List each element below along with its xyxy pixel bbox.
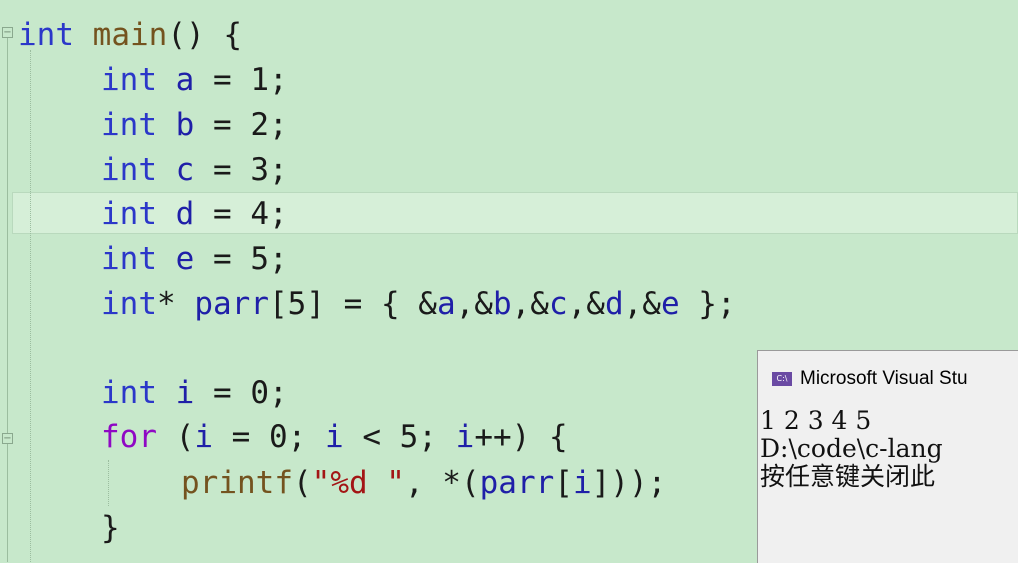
code-text: ])); bbox=[591, 465, 667, 501]
code-text: ,& bbox=[455, 286, 493, 322]
code-text: [ bbox=[554, 465, 573, 501]
code-text: printf bbox=[181, 465, 293, 501]
code-line-for[interactable]: for (i = 0; i < 5; i++) { bbox=[101, 414, 568, 460]
fold-guide-line bbox=[7, 36, 8, 562]
code-text: , *( bbox=[404, 465, 480, 501]
console-title: Microsoft Visual Stu bbox=[800, 368, 968, 389]
code-text: ,& bbox=[567, 286, 605, 322]
code-text: parr bbox=[479, 465, 555, 501]
code-line-e[interactable]: int e = 5; bbox=[101, 236, 288, 282]
console-window[interactable]: C:\ Microsoft Visual Stu 1 2 3 4 5 D:\co… bbox=[757, 350, 1018, 563]
code-text: e bbox=[660, 286, 680, 322]
keyword: int bbox=[101, 241, 157, 277]
code-line-d[interactable]: int d = 4; bbox=[101, 191, 288, 237]
keyword: int bbox=[101, 62, 157, 98]
code-text: d bbox=[604, 286, 624, 322]
code-text: () { bbox=[167, 17, 242, 53]
code-text: a bbox=[157, 62, 195, 98]
code-text: ,& bbox=[623, 286, 661, 322]
code-text: b bbox=[492, 286, 512, 322]
code-text: c bbox=[157, 152, 195, 188]
keyword: int bbox=[101, 375, 157, 411]
code-text: ( bbox=[292, 465, 312, 501]
indent-guide bbox=[30, 50, 31, 562]
code-text: i bbox=[157, 375, 195, 411]
code-text: i bbox=[455, 419, 475, 455]
keyword: int bbox=[101, 196, 157, 232]
code-text: i bbox=[324, 419, 344, 455]
code-line-printf[interactable]: printf("%d ", *(parr[i])); bbox=[181, 460, 666, 506]
keyword: int bbox=[101, 286, 157, 322]
code-text: e bbox=[157, 241, 195, 277]
code-text: ( bbox=[157, 419, 195, 455]
code-line-a[interactable]: int a = 1; bbox=[101, 57, 288, 103]
console-output-area[interactable]: 1 2 3 4 5 D:\code\c-lang 按任意键关闭此 bbox=[758, 407, 1018, 491]
code-text: = 3; bbox=[194, 152, 288, 188]
code-text: ++) { bbox=[474, 419, 568, 455]
keyword: int bbox=[18, 17, 74, 53]
code-text: [5] = { & bbox=[268, 286, 437, 322]
code-text: = 0; bbox=[213, 419, 325, 455]
console-app-icon: C:\ bbox=[772, 372, 792, 386]
code-line-c[interactable]: int c = 3; bbox=[101, 147, 288, 193]
code-text: a bbox=[436, 286, 456, 322]
code-text: = 4; bbox=[194, 196, 288, 232]
code-text: * bbox=[157, 286, 195, 322]
collapse-for-icon[interactable]: − bbox=[2, 433, 13, 444]
console-output-line: 1 2 3 4 5 bbox=[760, 406, 872, 435]
code-text: c bbox=[548, 286, 568, 322]
code-text: = 1; bbox=[194, 62, 288, 98]
code-line-main[interactable]: int main() { bbox=[18, 12, 242, 58]
console-titlebar[interactable]: C:\ Microsoft Visual Stu bbox=[758, 351, 1018, 407]
code-text: = 2; bbox=[194, 107, 288, 143]
keyword: int bbox=[101, 107, 157, 143]
console-output-line: D:\code\c-lang bbox=[760, 434, 943, 463]
code-text: i bbox=[194, 419, 213, 455]
code-line-b[interactable]: int b = 2; bbox=[101, 102, 288, 148]
code-text: ,& bbox=[511, 286, 549, 322]
code-text: parr bbox=[194, 286, 269, 322]
code-line-i[interactable]: int i = 0; bbox=[101, 370, 288, 416]
collapse-main-icon[interactable]: − bbox=[2, 27, 13, 38]
code-text: } bbox=[101, 510, 120, 546]
code-text: b bbox=[157, 107, 195, 143]
code-text: }; bbox=[679, 286, 736, 322]
code-text: main bbox=[74, 17, 168, 53]
code-text: d bbox=[157, 196, 195, 232]
code-text: i bbox=[572, 465, 592, 501]
code-text: = 0; bbox=[194, 375, 288, 411]
keyword: for bbox=[101, 419, 157, 455]
code-text: < 5; bbox=[343, 419, 456, 455]
console-output-line: 按任意键关闭此 bbox=[760, 462, 936, 491]
indent-guide bbox=[108, 460, 109, 506]
code-line-close-brace[interactable]: } bbox=[101, 505, 120, 551]
code-text: = 5; bbox=[194, 241, 288, 277]
keyword: int bbox=[101, 152, 157, 188]
code-line-parr[interactable]: int* parr[5] = { &a,&b,&c,&d,&e }; bbox=[101, 281, 736, 327]
code-text: "%d " bbox=[311, 465, 405, 501]
